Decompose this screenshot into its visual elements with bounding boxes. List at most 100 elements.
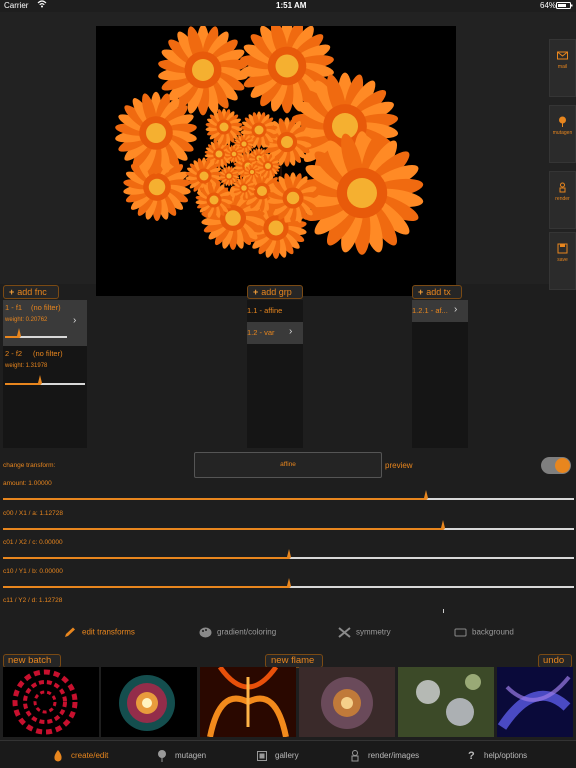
function-filter: (no filter)	[33, 349, 63, 358]
transform-item[interactable]: 1.2.1 - af... ›	[412, 300, 468, 322]
slider-label: c11 / Y2 / d: 1.12728	[3, 597, 63, 604]
tab-help-options[interactable]: ? help/options	[468, 750, 527, 762]
transform-selector[interactable]: affine	[194, 452, 382, 478]
add-fnc-button[interactable]: + add fnc	[3, 285, 59, 299]
clock: 1:51 AM	[276, 1, 307, 10]
mode-label: background	[472, 627, 514, 637]
add-tx-button[interactable]: + add tx	[412, 285, 462, 299]
undo-button[interactable]: undo	[538, 654, 572, 668]
transforms-list: 1.2.1 - af... ›	[412, 300, 468, 448]
chevron-right-icon[interactable]: ›	[289, 326, 292, 337]
slider-fill	[3, 528, 443, 530]
tab-mutagen[interactable]: mutagen	[157, 750, 206, 762]
tree-icon	[158, 750, 166, 762]
status-bar: Carrier 1:51 AM 64%	[0, 0, 576, 12]
tab-label: create/edit	[71, 751, 109, 761]
function-weight-label: weight: 1.31978	[5, 363, 48, 369]
top-area: mail mutagen render save	[0, 12, 576, 296]
toggle-knob	[555, 458, 570, 473]
chevron-right-icon[interactable]: ›	[73, 315, 76, 326]
flame-thumbnail[interactable]	[398, 667, 494, 737]
weight-slider-f2[interactable]	[5, 375, 85, 385]
preview-toggle[interactable]	[541, 457, 571, 474]
mode-label: edit transforms	[82, 627, 135, 637]
groups-list: 1.1 - affine 1.2 - var ›	[247, 300, 303, 448]
transform-slider[interactable]	[3, 578, 574, 588]
fractal-flame-preview[interactable]	[96, 26, 456, 296]
palette-icon	[199, 627, 212, 638]
mode-label: symmetry	[356, 627, 391, 637]
slider-thumb[interactable]	[16, 328, 22, 340]
mutagen-side-button[interactable]: mutagen	[549, 105, 576, 163]
mail-label: mail	[557, 64, 568, 70]
group-label: 1.1 - affine	[247, 306, 283, 315]
transform-label: 1.2.1 - af...	[412, 306, 448, 315]
background-icon	[454, 628, 467, 637]
function-filter: (no filter)	[31, 303, 61, 312]
gallery-icon	[257, 751, 267, 761]
tab-label: gallery	[275, 751, 299, 761]
slider-fill	[3, 586, 289, 588]
slider-thumb[interactable]	[286, 549, 292, 561]
new-flame-button[interactable]: new flame	[265, 654, 323, 668]
mode-bar: edit transforms gradient/coloring symmet…	[0, 620, 576, 646]
slider-fill	[3, 557, 289, 559]
render-icon	[559, 182, 566, 193]
flame-thumbnail[interactable]	[3, 667, 99, 737]
bottom-tab-bar: create/edit mutagen gallery render/image…	[0, 740, 576, 768]
symmetry-mode[interactable]: symmetry	[338, 627, 391, 638]
new-batch-button[interactable]: new batch	[3, 654, 61, 668]
plus-icon: +	[9, 287, 15, 297]
save-side-button[interactable]: save	[549, 232, 576, 290]
tab-gallery[interactable]: gallery	[257, 750, 299, 762]
edit-transforms-mode[interactable]: edit transforms	[64, 627, 135, 638]
tab-render-images[interactable]: render/images	[350, 750, 419, 762]
add-grp-button[interactable]: + add grp	[247, 285, 303, 299]
tab-label: mutagen	[175, 751, 207, 761]
function-item-f2[interactable]: 2 - f2 (no filter) weight: 1.31978	[3, 346, 87, 392]
slider-thumb[interactable]	[442, 609, 444, 613]
flame-thumbnail-strip	[0, 667, 576, 737]
weight-slider-f1[interactable]	[5, 328, 67, 338]
transform-slider[interactable]	[3, 520, 574, 530]
function-name: 2 - f2	[5, 349, 23, 358]
save-icon	[557, 243, 568, 254]
mail-icon	[557, 51, 568, 60]
render-side-button[interactable]: render	[549, 171, 576, 229]
carrier-label: Carrier	[4, 1, 29, 10]
add-grp-label: add grp	[261, 287, 292, 297]
transform-slider[interactable]	[3, 490, 574, 500]
group-item-var[interactable]: 1.2 - var ›	[247, 322, 303, 344]
pencil-icon	[65, 627, 75, 637]
group-item-affine[interactable]: 1.1 - affine	[247, 300, 303, 322]
slider-label: amount: 1.00000	[3, 480, 52, 487]
transform-slider[interactable]	[3, 549, 574, 559]
flame-thumbnail[interactable]	[299, 667, 395, 737]
render-side-label: render	[555, 196, 570, 202]
slider-thumb[interactable]	[440, 520, 446, 532]
functions-list: 1 - f1 (no filter) weight: 0.20762 › 2 -…	[3, 300, 87, 448]
tab-label: render/images	[368, 751, 420, 761]
flame-thumbnail[interactable]	[497, 667, 573, 737]
slider-label: c01 / X2 / c: 0.00000	[3, 539, 63, 546]
mail-button[interactable]: mail	[549, 39, 576, 97]
function-weight-label: weight: 0.20762	[5, 317, 48, 323]
flame-icon	[54, 750, 62, 762]
symmetry-icon	[338, 627, 351, 638]
battery-label: 64%	[540, 1, 557, 10]
slider-thumb[interactable]	[423, 490, 429, 502]
chevron-right-icon[interactable]: ›	[454, 304, 457, 315]
weight-slider-fill	[5, 383, 41, 385]
function-item-f1[interactable]: 1 - f1 (no filter) weight: 0.20762 ›	[3, 300, 87, 346]
plus-icon: +	[253, 287, 259, 297]
flame-thumbnail[interactable]	[200, 667, 296, 737]
change-transform-label: change transform:	[3, 462, 56, 469]
gradient-coloring-mode[interactable]: gradient/coloring	[199, 627, 276, 638]
background-mode[interactable]: background	[454, 627, 514, 638]
add-tx-label: add tx	[426, 287, 451, 297]
save-side-label: save	[557, 257, 568, 263]
tab-create-edit[interactable]: create/edit	[53, 750, 108, 762]
slider-thumb[interactable]	[286, 578, 292, 590]
slider-thumb[interactable]	[37, 375, 43, 387]
flame-thumbnail[interactable]	[101, 667, 197, 737]
